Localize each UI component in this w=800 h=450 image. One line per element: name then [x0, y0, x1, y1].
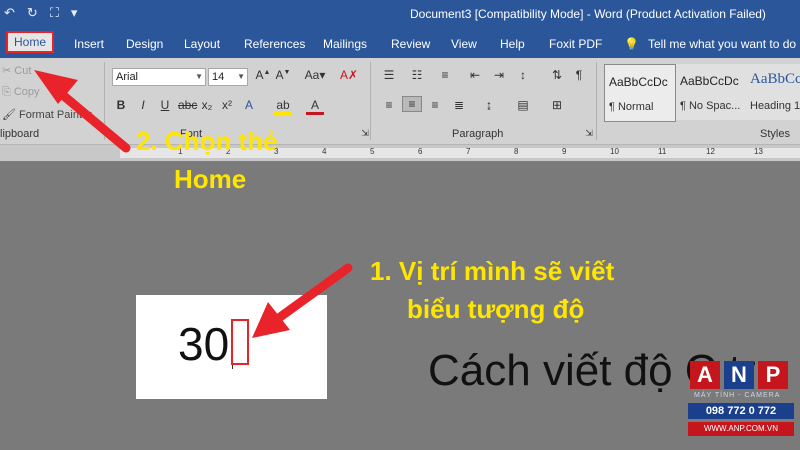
arrow-to-home-tab: [34, 70, 131, 153]
logo-letter: A: [690, 361, 720, 389]
logo-phone: 098 772 0 772: [688, 403, 794, 419]
arrow-to-cursor: [252, 263, 353, 338]
annotation-arrows: [34, 70, 353, 338]
logo-letter: P: [758, 361, 788, 389]
logo-website: WWW.ANP.COM.VN: [688, 422, 794, 436]
logo-letter: N: [724, 361, 754, 389]
anp-logo: A N P MÁY TÍNH - CAMERA 098 772 0 772 WW…: [688, 361, 796, 445]
logo-tagline: MÁY TÍNH - CAMERA: [694, 392, 781, 399]
